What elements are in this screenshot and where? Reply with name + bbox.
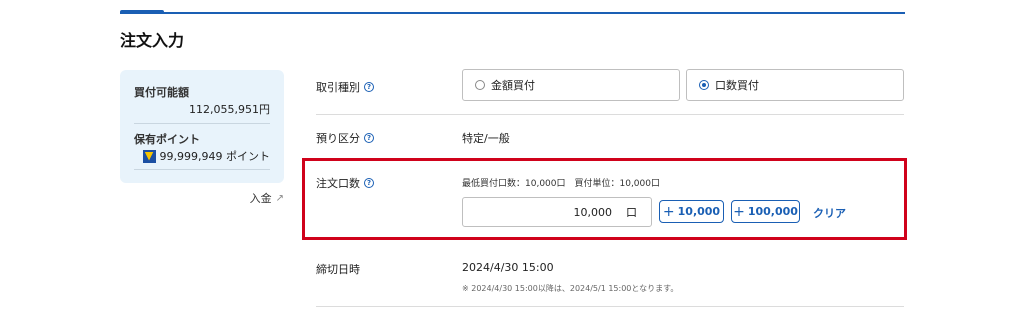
trade-type-label: 取引種別: [316, 81, 360, 94]
account-value: 特定/一般: [462, 132, 510, 145]
points-value-row: 99,999,949 ポイント: [142, 148, 270, 164]
help-icon[interactable]: ?: [364, 133, 374, 143]
points-value: 99,999,949 ポイント: [159, 150, 270, 163]
amount-buy-label: 金額買付: [491, 79, 535, 92]
radio-checked-icon: [699, 80, 709, 90]
deposit-link-label: 入金: [249, 192, 272, 205]
add-10000-label: 10,000: [677, 205, 721, 218]
quantity-buy-option[interactable]: 口数買付: [686, 69, 904, 101]
quantity-label-row: 注文口数 ?: [316, 175, 374, 191]
trade-type-label-row: 取引種別 ?: [316, 79, 374, 95]
minimum-quantity-note: 最低買付口数：10,000口 買付単位：10,000口: [462, 179, 660, 189]
quantity-buy-label: 口数買付: [715, 79, 759, 92]
clear-button[interactable]: クリア: [813, 205, 846, 221]
deadline-label: 締切日時: [316, 263, 360, 276]
balance-divider-bottom: [134, 169, 270, 170]
buying-power-label: 買付可能額: [134, 86, 189, 99]
points-label: 保有ポイント: [134, 133, 200, 146]
help-icon[interactable]: ?: [364, 82, 374, 92]
help-icon[interactable]: ?: [364, 178, 374, 188]
deadline-label-row: 締切日時: [316, 261, 360, 277]
row-divider: [316, 114, 904, 115]
t-point-icon: [142, 149, 156, 163]
plus-icon: +: [733, 203, 745, 220]
deadline-value: 2024/4/30 15:00: [462, 261, 554, 274]
balance-panel: 買付可能額 112,055,951円 保有ポイント 99,999,949 ポイン…: [120, 70, 284, 183]
top-divider: [120, 12, 905, 14]
deadline-note: ※ 2024/4/30 15:00以降は、2024/5/1 15:00となります…: [462, 284, 679, 293]
add-100000-label: 100,000: [747, 205, 798, 218]
add-100000-button[interactable]: + 100,000: [731, 200, 800, 223]
plus-icon: +: [662, 203, 675, 220]
deposit-link[interactable]: 入金 ↗: [250, 190, 284, 206]
account-label: 預り区分: [316, 132, 360, 145]
radio-unchecked-icon: [475, 80, 485, 90]
balance-divider: [134, 123, 270, 124]
add-10000-button[interactable]: + 10,000: [659, 200, 724, 223]
quantity-input-value: 10,000: [573, 205, 613, 219]
quantity-input[interactable]: 10,000 口: [462, 197, 652, 227]
page-title: 注文入力: [120, 31, 185, 50]
amount-buy-option[interactable]: 金額買付: [462, 69, 680, 101]
external-link-icon: ↗: [275, 192, 284, 204]
row-divider: [316, 306, 904, 307]
quantity-unit: 口: [626, 206, 637, 219]
quantity-label: 注文口数: [316, 177, 360, 190]
buying-power-value: 112,055,951円: [189, 103, 270, 116]
account-label-row: 預り区分 ?: [316, 130, 374, 146]
